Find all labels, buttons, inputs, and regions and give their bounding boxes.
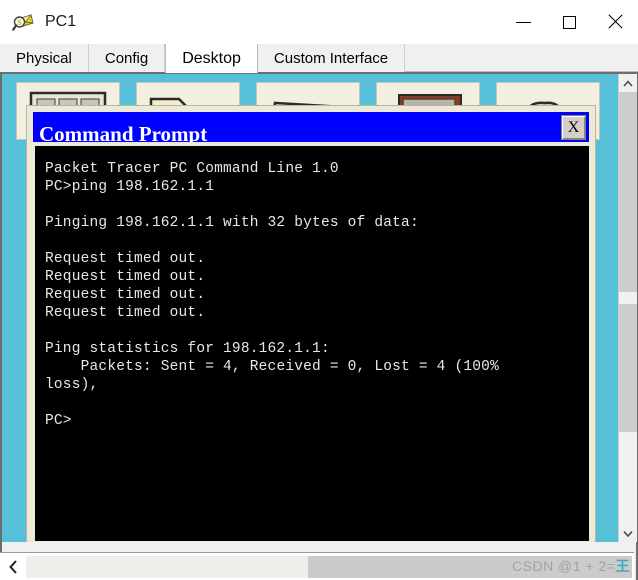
vertical-scrollbar[interactable] (618, 74, 637, 542)
tab-physical[interactable]: Physical (0, 44, 89, 72)
command-prompt-close-button[interactable]: X (561, 115, 586, 140)
svg-text:S: S (17, 18, 22, 27)
tab-desktop[interactable]: Desktop (165, 44, 258, 73)
horizontal-scroll-track[interactable] (26, 555, 632, 578)
maximize-button[interactable] (546, 0, 592, 44)
app-root: S PC1 Physical Config Desktop Custom Int… (0, 0, 638, 580)
close-button[interactable] (592, 0, 638, 44)
tab-strip: Physical Config Desktop Custom Interface (0, 44, 638, 73)
window-titlebar: S PC1 (0, 0, 638, 44)
chevron-up-icon (623, 79, 633, 87)
scroll-left-button[interactable] (0, 554, 26, 580)
window-controls (500, 0, 638, 44)
pc-desktop-background: Command Prompt X Packet Tracer PC Comman… (2, 74, 618, 542)
chevron-left-icon (8, 559, 17, 574)
tab-custom-interface[interactable]: Custom Interface (257, 44, 406, 72)
vertical-scroll-thumb[interactable] (619, 92, 637, 292)
minimize-icon (515, 21, 531, 23)
tab-physical-label: Physical (16, 49, 72, 67)
titlebar-left: S PC1 (0, 10, 76, 34)
tab-config-label: Config (104, 49, 149, 67)
horizontal-scrollbar[interactable]: CSDN @1 + 2=王 (0, 552, 634, 580)
tab-strip-filler (405, 44, 638, 72)
horizontal-scroll-track-right[interactable] (322, 555, 606, 578)
window-title: PC1 (45, 12, 77, 30)
tab-custom-interface-label: Custom Interface (273, 49, 389, 67)
maximize-icon (562, 15, 576, 29)
command-prompt-close-label: X (567, 118, 580, 136)
command-prompt-title: Command Prompt (39, 121, 208, 142)
horizontal-scroll-thumb[interactable] (26, 555, 308, 578)
packet-tracer-pc-icon: S (12, 10, 36, 34)
command-prompt-window: Command Prompt X Packet Tracer PC Comman… (26, 105, 596, 542)
vertical-scroll-thumb-lower[interactable] (619, 304, 637, 432)
tab-config[interactable]: Config (88, 44, 166, 72)
command-prompt-titlebar[interactable]: Command Prompt X (33, 112, 589, 142)
scroll-up-button[interactable] (619, 74, 637, 92)
vertical-scroll-track[interactable] (619, 92, 637, 524)
tab-desktop-label: Desktop (182, 49, 241, 67)
scroll-down-button[interactable] (619, 524, 637, 542)
minimize-button[interactable] (500, 0, 546, 44)
close-icon (607, 14, 623, 30)
chevron-down-icon (623, 530, 633, 537)
pc-desktop-frame: Command Prompt X Packet Tracer PC Comman… (0, 72, 638, 580)
command-prompt-console[interactable]: Packet Tracer PC Command Line 1.0 PC>pin… (35, 146, 589, 541)
